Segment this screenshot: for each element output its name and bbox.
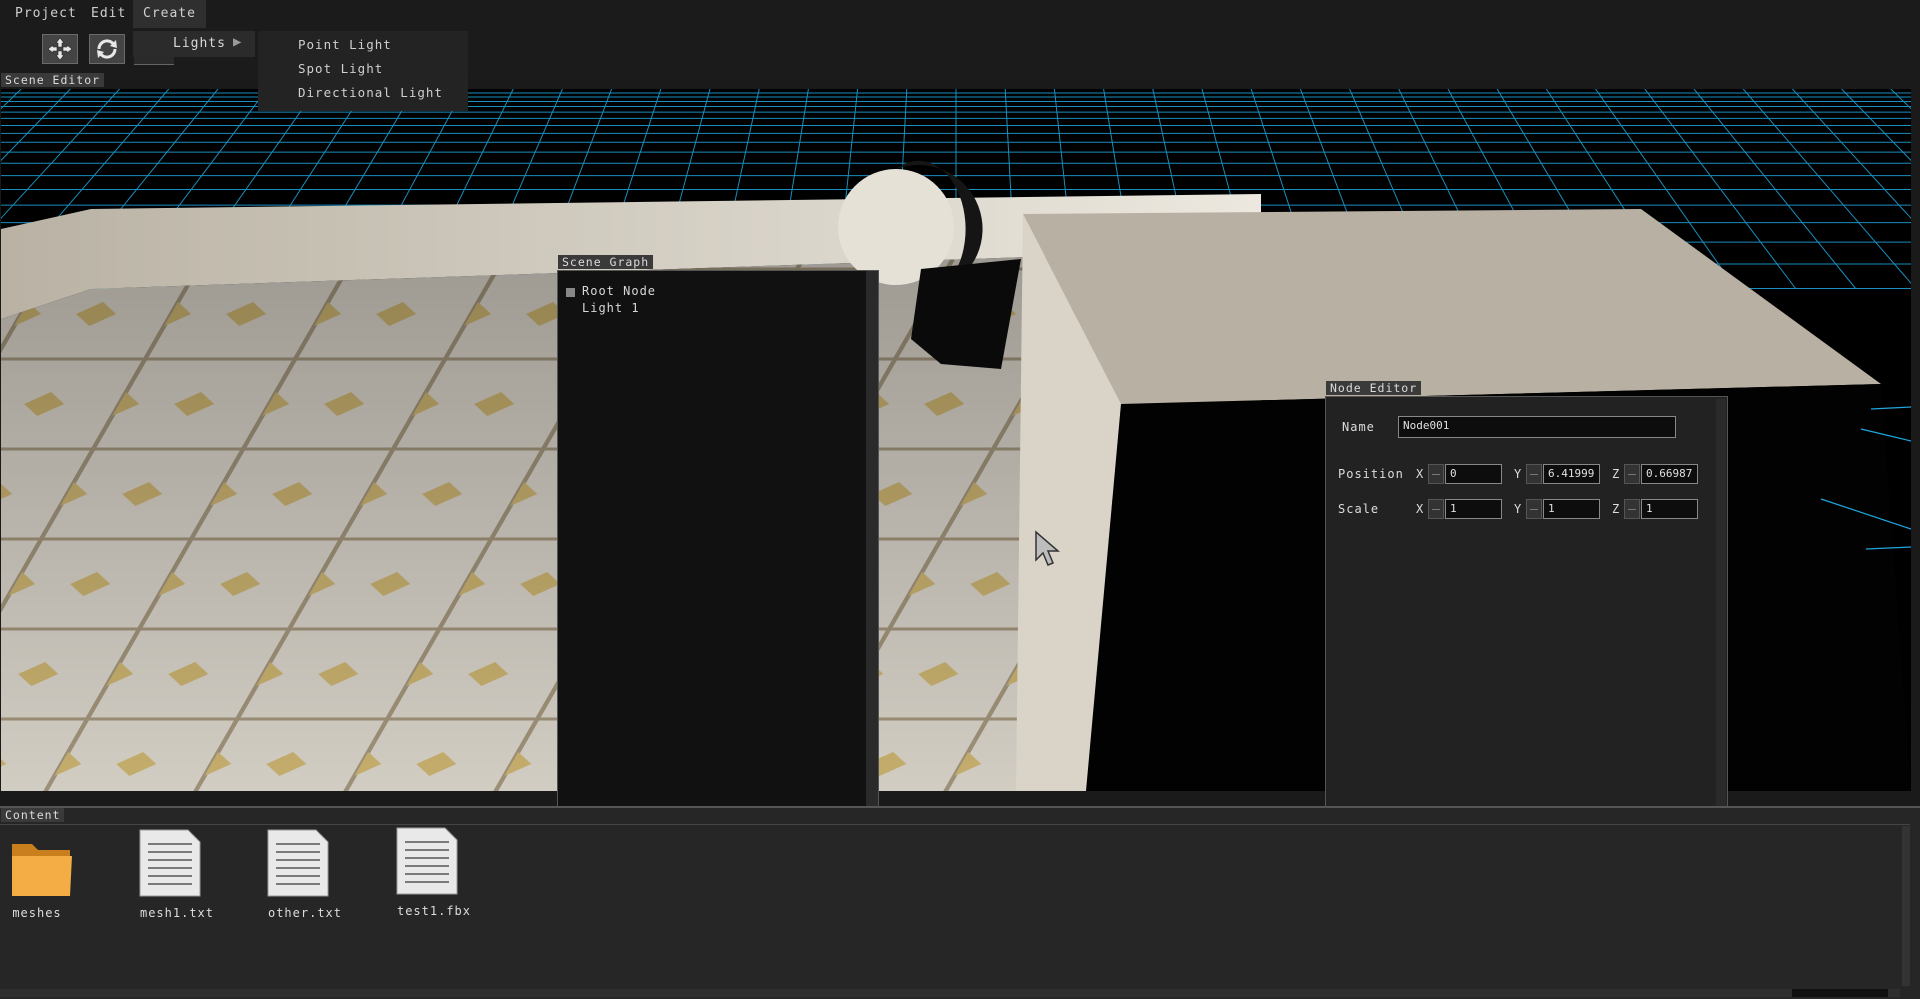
directional-light-item[interactable]: Directional Light xyxy=(298,85,443,100)
move-arrows-icon xyxy=(47,37,73,61)
scene-graph-vscrollbar[interactable] xyxy=(866,271,878,811)
scale-z-field[interactable]: 1 xyxy=(1641,499,1698,519)
rotate-icon xyxy=(97,39,117,59)
scale-x-label: X xyxy=(1416,502,1425,516)
position-x-stepper[interactable] xyxy=(1428,464,1444,484)
scene-editor-title: Scene Editor xyxy=(1,73,105,87)
scale-y-field[interactable]: 1 xyxy=(1543,499,1600,519)
position-y-label: Y xyxy=(1514,467,1523,481)
scale-y-stepper[interactable] xyxy=(1526,499,1542,519)
position-y-stepper[interactable] xyxy=(1526,464,1542,484)
lights-submenu: Point Light Spot Light Directional Light xyxy=(258,31,468,111)
position-label: Position xyxy=(1338,467,1404,481)
move-tool-button[interactable] xyxy=(42,34,78,64)
file-label-meshes: meshes xyxy=(12,906,62,920)
node-editor-title: Node Editor xyxy=(1326,381,1422,395)
position-y-field[interactable]: 6.41999 xyxy=(1543,464,1600,484)
file-item-meshes[interactable] xyxy=(10,834,74,900)
content-panel: Content meshes mesh1.txt other.txt test1… xyxy=(0,806,1920,999)
cursor-icon xyxy=(1035,530,1061,566)
expand-icon[interactable] xyxy=(566,288,575,297)
spot-light-item[interactable]: Spot Light xyxy=(298,61,383,76)
lights-menu-item[interactable]: Lights ▶ xyxy=(133,31,255,57)
document-icon xyxy=(139,829,201,897)
position-z-label: Z xyxy=(1612,467,1621,481)
scale-z-label: Z xyxy=(1612,502,1621,516)
content-header-line xyxy=(0,824,1910,825)
scale-y-label: Y xyxy=(1514,502,1523,516)
name-field[interactable]: Node001 xyxy=(1398,416,1676,438)
point-light-item[interactable]: Point Light xyxy=(298,37,392,52)
position-z-stepper[interactable] xyxy=(1624,464,1640,484)
document-icon xyxy=(396,827,458,895)
file-label-test1: test1.fbx xyxy=(396,904,472,918)
scale-label: Scale xyxy=(1338,502,1380,516)
submenu-arrow-icon: ▶ xyxy=(233,34,242,50)
content-title: Content xyxy=(1,808,65,822)
position-z-field[interactable]: 0.66987 xyxy=(1641,464,1698,484)
tree-node-light-1[interactable]: Light 1 xyxy=(582,301,640,315)
file-label-mesh1: mesh1.txt xyxy=(139,906,215,920)
tree-node-root[interactable]: Root Node xyxy=(582,284,656,298)
lights-label: Lights xyxy=(173,36,226,51)
position-x-field[interactable]: 0 xyxy=(1445,464,1502,484)
folder-icon xyxy=(12,844,72,896)
menu-edit[interactable]: Edit xyxy=(81,0,136,28)
content-vscrollbar[interactable] xyxy=(1902,826,1910,986)
panel-divider xyxy=(0,806,1920,808)
menu-create[interactable]: Create xyxy=(133,0,206,28)
scale-x-stepper[interactable] xyxy=(1428,499,1444,519)
scale-z-stepper[interactable] xyxy=(1624,499,1640,519)
scene-graph-title: Scene Graph xyxy=(558,255,654,269)
file-item-test1[interactable] xyxy=(395,826,459,896)
scale-x-field[interactable]: 1 xyxy=(1445,499,1502,519)
rotate-tool-button[interactable] xyxy=(89,34,125,64)
position-x-label: X xyxy=(1416,467,1425,481)
file-label-other: other.txt xyxy=(267,906,343,920)
scene-graph-panel: Root Node Light 1 xyxy=(557,270,879,858)
menubar: Project Edit Create xyxy=(0,0,1920,28)
scrollbar-thumb[interactable] xyxy=(1792,989,1888,997)
content-hscrollbar[interactable] xyxy=(0,989,1900,997)
file-item-mesh1[interactable] xyxy=(138,828,202,898)
document-icon xyxy=(267,829,329,897)
file-item-other[interactable] xyxy=(266,828,330,898)
name-label: Name xyxy=(1342,420,1375,434)
menu-project[interactable]: Project xyxy=(5,0,87,28)
